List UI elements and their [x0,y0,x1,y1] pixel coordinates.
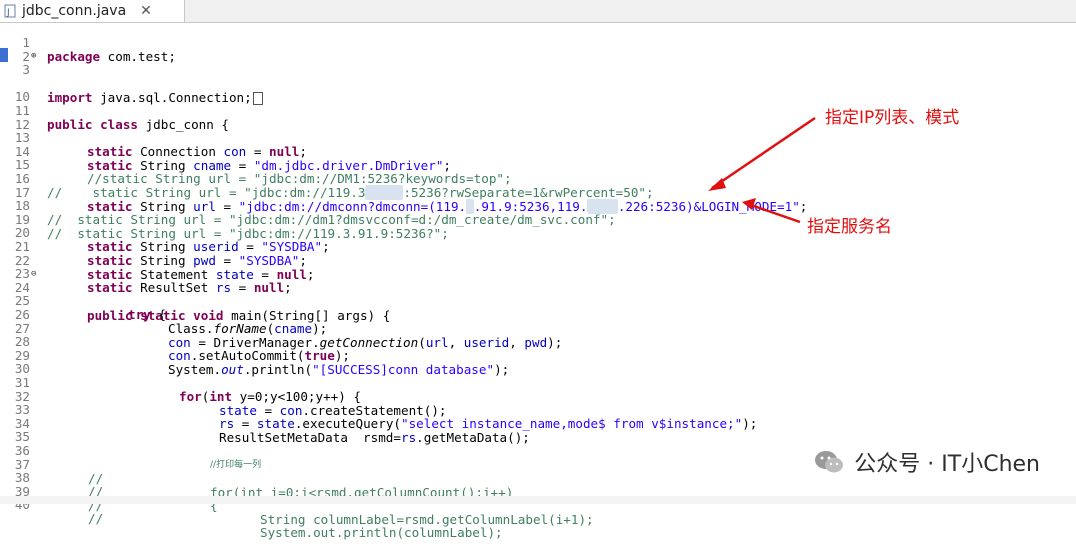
annotation-service-name: 指定服务名 [807,217,892,237]
watermark: 公众号 · IT小Chen [814,446,1040,478]
wechat-icon [815,451,844,473]
arrow-service [747,202,801,224]
watermark-text: 公众号 · IT小Chen [854,452,1040,477]
horizontal-scrollbar[interactable] [0,496,1076,504]
arrow-ip-list [711,116,816,190]
arrow-service-head [742,198,756,210]
annotation-arrows [708,116,816,224]
annotation-ip-list: 指定IP列表、模式 [825,108,960,128]
